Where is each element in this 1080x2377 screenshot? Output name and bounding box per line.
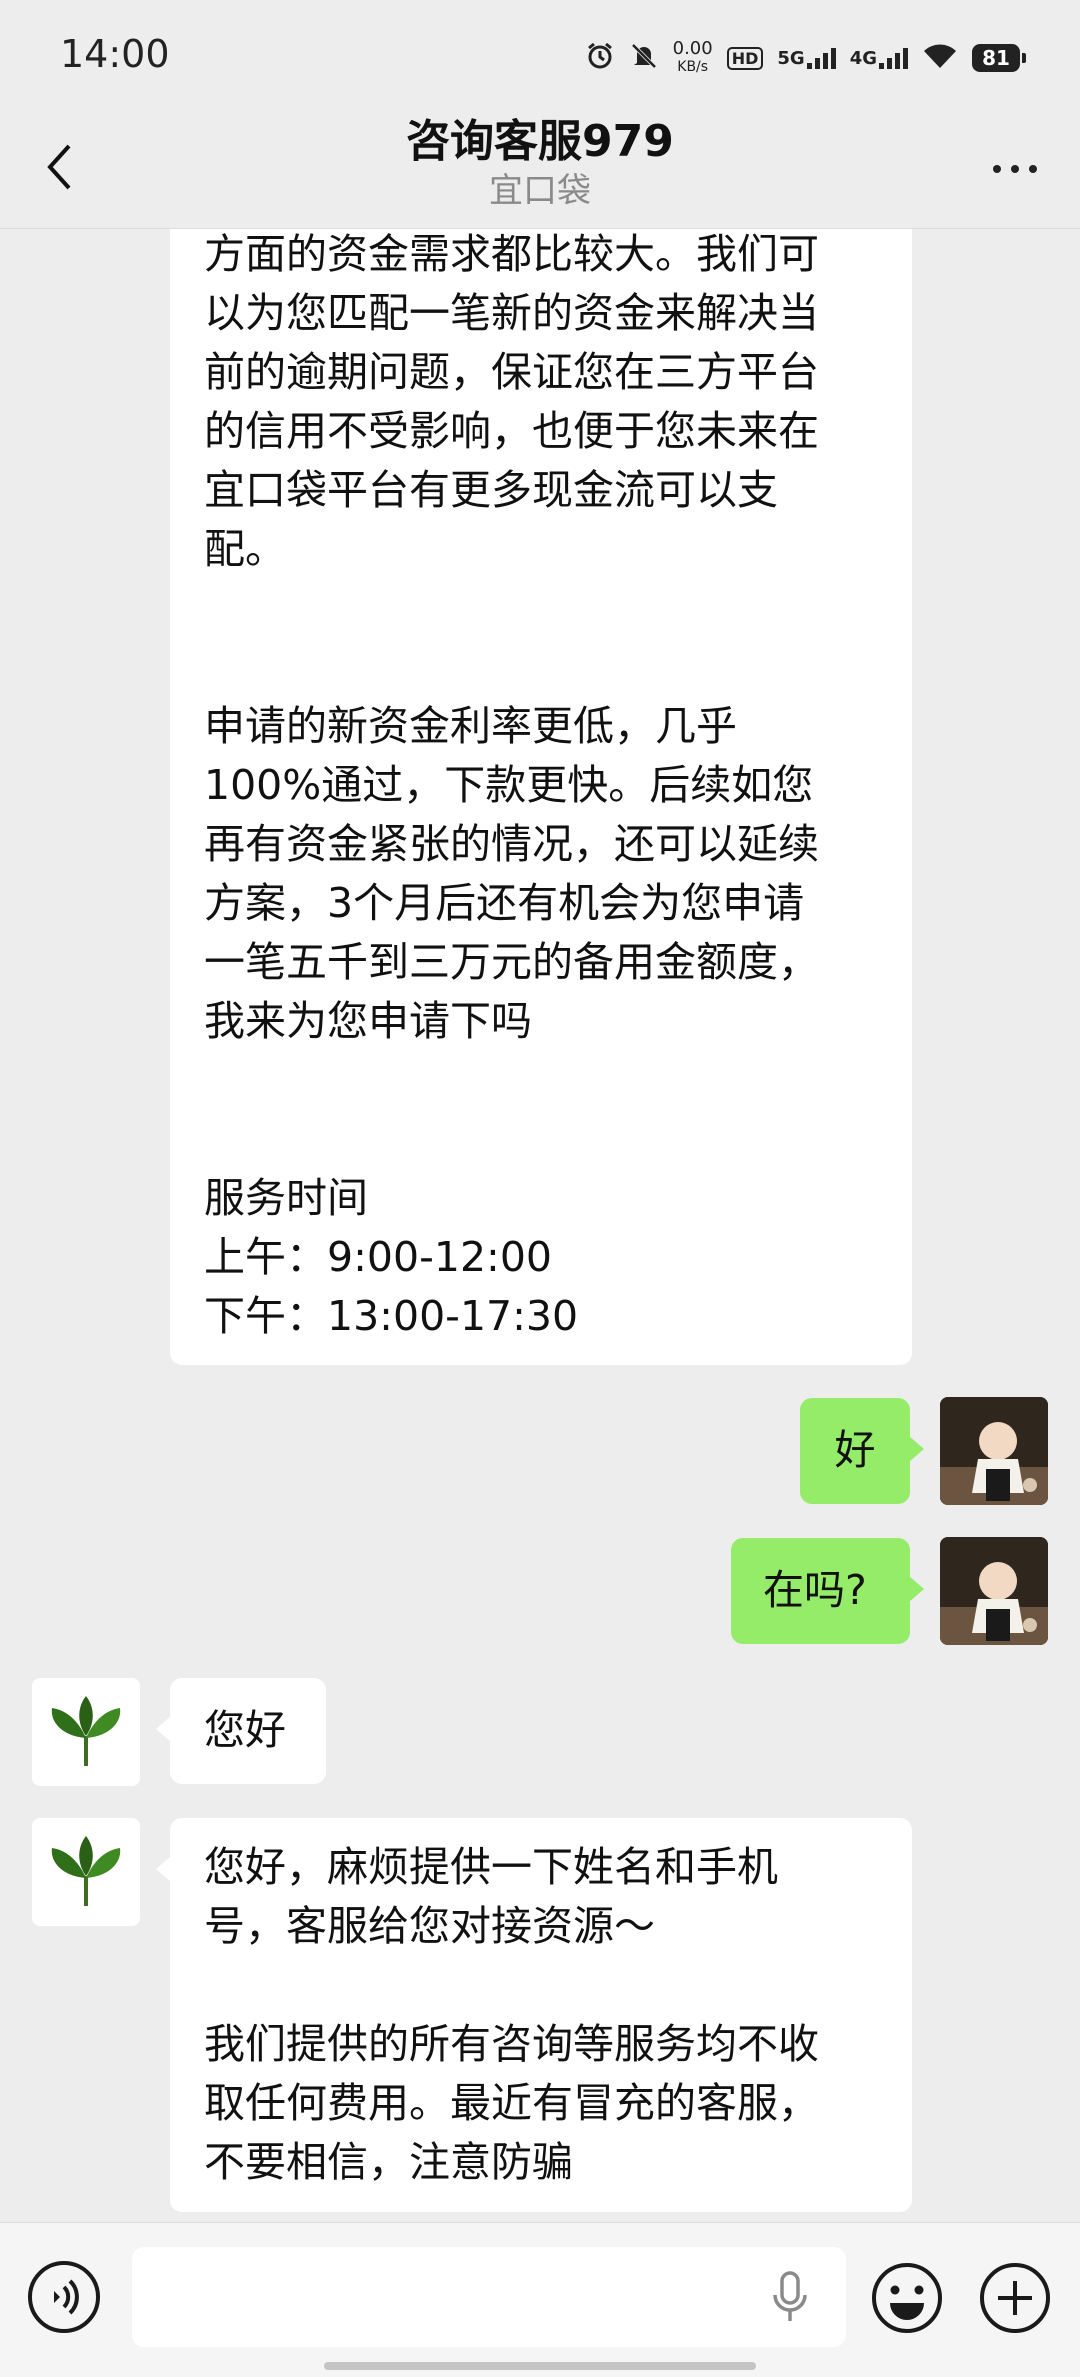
status-bar: 14:00 0.00 KB/s HD 5G 4G 81: [0, 0, 1080, 110]
voice-mode-button[interactable]: [28, 2261, 100, 2333]
chat-title: 咨询客服979: [406, 116, 674, 167]
mute-bell-icon: [629, 41, 659, 75]
sim1-signal-icon: 5G: [777, 47, 836, 69]
alarm-icon: [585, 41, 615, 75]
more-dots-icon: [993, 165, 1001, 173]
message-bubble-outgoing[interactable]: 好: [800, 1398, 924, 1504]
message-bubble-incoming[interactable]: 方面的资金需求都比较大。我们可 以为您匹配一笔新的资金来解决当 前的逾期问题，保…: [170, 229, 912, 1365]
input-bar: [0, 2222, 1080, 2377]
chat-subtitle: 宜口袋: [489, 171, 591, 211]
user-avatar[interactable]: [940, 1397, 1048, 1505]
smiley-icon: [872, 2263, 942, 2333]
clock: 14:00: [60, 32, 170, 76]
status-icons: 0.00 KB/s HD 5G 4G 81: [585, 36, 1026, 80]
more-actions-button[interactable]: [978, 2261, 1052, 2335]
network-speed: 0.00 KB/s: [672, 38, 713, 76]
chat-header: 咨询客服979 宜口袋: [0, 110, 1080, 229]
more-options-button[interactable]: [980, 134, 1050, 204]
user-avatar[interactable]: [940, 1537, 1048, 1645]
sim2-signal-icon: 4G: [850, 47, 908, 69]
message-list[interactable]: 方面的资金需求都比较大。我们可 以为您匹配一笔新的资金来解决当 前的逾期问题，保…: [0, 229, 1080, 2221]
message-bubble-outgoing[interactable]: 在吗?: [731, 1538, 924, 1644]
message-bubble-incoming[interactable]: 您好，麻烦提供一下姓名和手机 号，客服给您对接资源～ 我们提供的所有咨询等服务均…: [156, 1818, 912, 2212]
battery-indicator: 81: [972, 44, 1026, 72]
home-indicator[interactable]: [324, 2362, 756, 2370]
plus-circle-icon: [980, 2263, 1050, 2333]
microphone-icon[interactable]: [770, 2271, 810, 2325]
message-input[interactable]: [132, 2247, 846, 2347]
agent-avatar[interactable]: [32, 1818, 140, 1926]
hd-voice-badge: HD: [726, 46, 764, 70]
emoji-button[interactable]: [870, 2261, 944, 2335]
voice-wave-icon: [54, 2279, 79, 2315]
message-bubble-incoming[interactable]: 您好: [156, 1678, 326, 1784]
agent-avatar[interactable]: [32, 1678, 140, 1786]
wifi-icon: [922, 42, 958, 74]
